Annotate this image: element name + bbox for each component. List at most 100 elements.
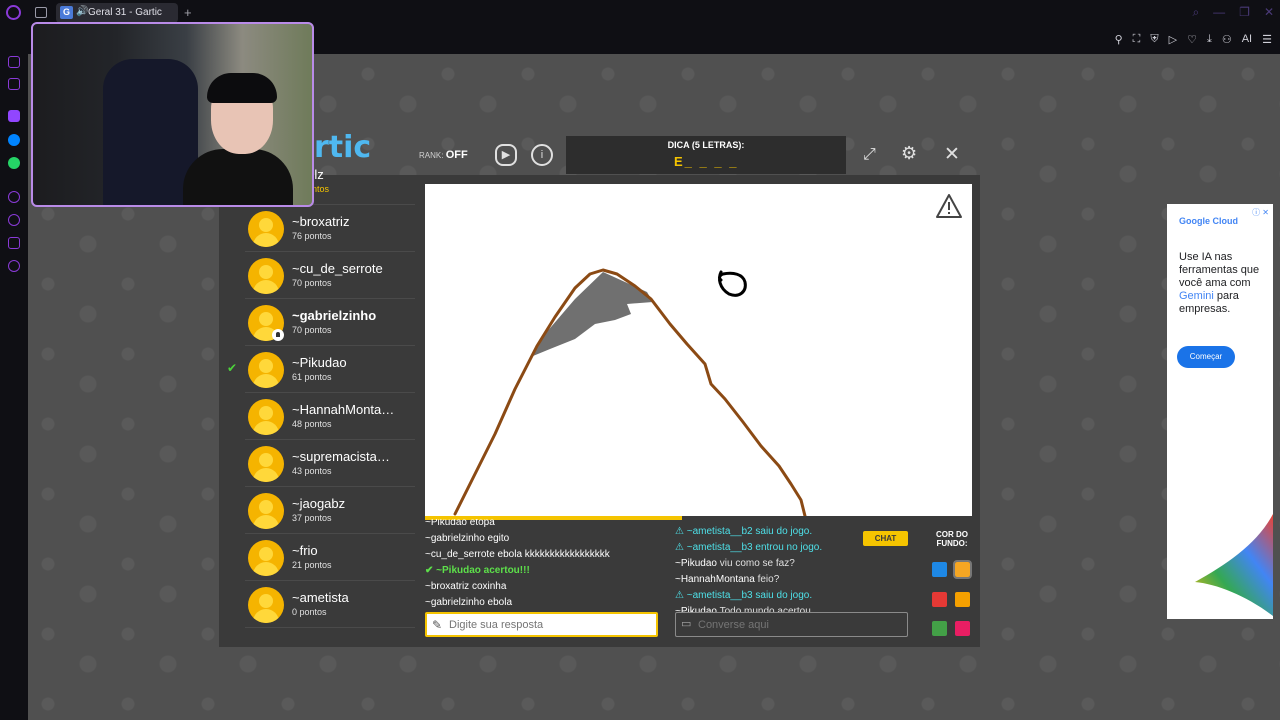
settings-icon[interactable]: [8, 260, 20, 272]
ad-banner[interactable]: ⓘ ✕ Google Cloud Use IA nas ferramentas …: [1167, 204, 1273, 619]
tab-islands-icon[interactable]: [35, 7, 47, 18]
background-color-swatch[interactable]: [932, 592, 947, 607]
avatar: [248, 446, 284, 482]
heart-icon[interactable]: ♡: [1187, 33, 1197, 46]
maximize-button[interactable]: ❐: [1239, 5, 1250, 20]
player-name: ~frio: [292, 543, 318, 558]
chat-message: ~HannahMontana feio?: [675, 572, 908, 588]
players-list: ...rolz... pontos~broxatriz76 pontos~cu_…: [219, 164, 415, 647]
player-row[interactable]: ~ametista 0 pontos: [219, 581, 415, 628]
player-name: ~gabrielzinho: [292, 308, 377, 323]
player-points: 61 pontos: [292, 372, 332, 382]
background-color-swatch[interactable]: [932, 562, 947, 577]
player-points: 43 pontos: [292, 466, 332, 476]
drawing-canvas[interactable]: [425, 184, 972, 518]
player-row[interactable]: ~frio 21 pontos: [219, 534, 415, 581]
tab-title: Geral 31 - Gartic: [88, 7, 162, 18]
player-row[interactable]: ✔ ~Pikudao 61 pontos: [219, 346, 415, 393]
ad-brand-text: Google Cloud: [1179, 216, 1238, 226]
answer-input-wrapper[interactable]: ✎: [425, 612, 658, 637]
menu-icon[interactable]: ☰: [1262, 33, 1272, 46]
shield-icon[interactable]: ⛨: [1150, 33, 1158, 46]
history-icon[interactable]: [8, 214, 20, 226]
chat-message: ⚠ ~ametista__b3 saiu do jogo.: [675, 590, 813, 601]
browser-sidebar: [0, 26, 28, 720]
extensions-icon[interactable]: [8, 237, 20, 249]
avatar: [248, 352, 284, 388]
drawer-badge-icon: [272, 329, 284, 341]
close-icon[interactable]: ✕: [944, 143, 960, 166]
sidebar-wallet-icon[interactable]: [8, 56, 20, 68]
whatsapp-icon[interactable]: [8, 157, 20, 169]
answer-message: ~gabrielzinho egito: [425, 533, 510, 544]
chat-input[interactable]: [698, 617, 903, 633]
background-color-swatch[interactable]: [955, 621, 970, 636]
player-row[interactable]: ~cu_de_serrote 70 pontos: [219, 252, 415, 299]
pin-icon[interactable]: ⚲: [1115, 33, 1123, 46]
answer-input[interactable]: [449, 617, 654, 633]
sidebar-messenger-icon[interactable]: [8, 78, 20, 90]
chat-input-wrapper[interactable]: ▭: [675, 612, 908, 637]
ad-info-icon[interactable]: ⓘ ✕: [1252, 207, 1269, 218]
avatar: [248, 258, 284, 294]
download-icon[interactable]: ⤓: [1207, 33, 1212, 46]
search-icon[interactable]: ⌕: [1192, 5, 1199, 20]
gear-icon[interactable]: ⚙: [901, 143, 917, 164]
webcam-person: [183, 73, 293, 205]
screenshot-icon[interactable]: ⛶: [1133, 33, 1141, 46]
pencil-icon: ✎: [432, 618, 443, 632]
player-name: ~jaogabz: [292, 496, 346, 511]
twitch-icon[interactable]: [8, 110, 20, 122]
speaker-icon[interactable]: 🔊: [76, 6, 88, 17]
sidebar-player-icon[interactable]: [8, 191, 20, 203]
background-color-swatch[interactable]: [932, 621, 947, 636]
avatar: [248, 493, 284, 529]
webcam-overlay: [31, 22, 314, 207]
chat-text: viu como se faz?: [716, 558, 795, 569]
browser-logo-icon[interactable]: [6, 5, 21, 20]
warning-triangle-icon[interactable]: [935, 192, 963, 220]
close-window-button[interactable]: ✕: [1264, 5, 1274, 20]
background-color-swatch[interactable]: [953, 560, 972, 579]
fullscreen-icon[interactable]: ⤢: [863, 146, 876, 164]
avatar: [248, 211, 284, 247]
player-name: ~cu_de_serrote: [292, 261, 383, 276]
chat-text: feio?: [754, 574, 780, 585]
player-row[interactable]: ~supremacista… 43 pontos: [219, 440, 415, 487]
gartic-favicon-icon: G: [60, 6, 73, 19]
player-points: 76 pontos: [292, 231, 332, 241]
player-points: 0 pontos: [292, 607, 327, 617]
play-icon[interactable]: ▷: [1169, 33, 1177, 46]
messenger-icon[interactable]: [8, 134, 20, 146]
player-row[interactable]: ~broxatriz 76 pontos: [219, 205, 415, 252]
player-row[interactable]: ~jaogabz 37 pontos: [219, 487, 415, 534]
player-points: 48 pontos: [292, 419, 332, 429]
player-points: 21 pontos: [292, 560, 332, 570]
background-color-label: COR DO FUNDO:: [936, 530, 968, 548]
answer-message: ~Pikudao etopa: [425, 519, 495, 528]
answer-message: ✔ ~Pikudao acertou!!!: [425, 565, 530, 576]
background-color-swatch[interactable]: [955, 592, 970, 607]
rank-indicator: RANK: OFF: [419, 149, 468, 161]
chat-author: ~HannahMontana: [675, 574, 755, 585]
player-row[interactable]: ~gabrielzinho 70 pontos: [219, 299, 415, 346]
browser-tab-active[interactable]: G 🔊 Geral 31 - Gartic: [56, 3, 178, 23]
player-name: ~ametista: [292, 590, 349, 605]
avatar: [248, 540, 284, 576]
profile-icon[interactable]: ⚇: [1222, 33, 1232, 46]
avatar: [248, 587, 284, 623]
new-tab-button[interactable]: +: [184, 5, 192, 20]
info-button[interactable]: i: [531, 144, 553, 166]
answers-log: ~Pikudao etopa ~gabrielzinho egito ~cu_de_…: [425, 519, 658, 611]
hint-box: DICA (5 LETRAS): E_ _ _ _: [566, 136, 846, 174]
ai-button[interactable]: AI: [1242, 33, 1252, 46]
chat-tab[interactable]: CHAT: [863, 531, 908, 546]
player-points: 37 pontos: [292, 513, 332, 523]
ad-cta-button[interactable]: Começar: [1177, 346, 1235, 368]
player-points: 70 pontos: [292, 325, 332, 335]
ad-headline-brand: Gemini: [1179, 290, 1214, 302]
video-button[interactable]: ▶: [495, 144, 517, 166]
player-points: 70 pontos: [292, 278, 332, 288]
minimize-button[interactable]: —: [1213, 5, 1225, 20]
player-row[interactable]: ~HannahMonta… 48 pontos: [219, 393, 415, 440]
